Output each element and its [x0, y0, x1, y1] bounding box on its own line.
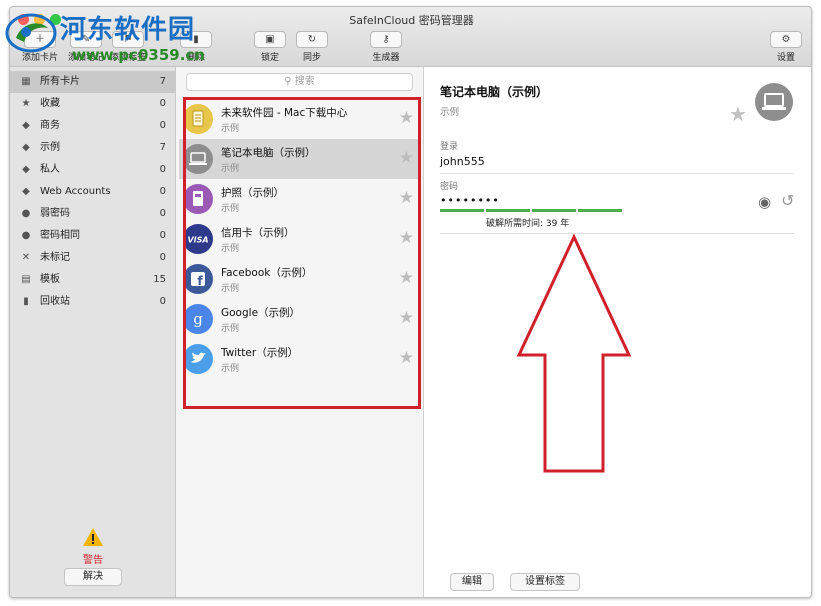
sidebar-item-weak-passwords[interactable]: ● 弱密码 0 — [10, 203, 176, 225]
app-window: SafeInCloud 密码管理器 ＋ 添加卡片 ✎ 添加笔记 ⚑ 添加标签 ▮… — [9, 6, 812, 598]
grid-icon: ▦ — [21, 76, 31, 87]
warning-icon — [83, 528, 103, 546]
resolve-button[interactable]: 解决 — [64, 568, 122, 586]
login-label: 登录 — [440, 142, 459, 152]
generator-button[interactable]: ⚷ 生成器 — [364, 31, 408, 65]
star-icon[interactable]: ★ — [399, 229, 414, 247]
passport-icon — [183, 184, 213, 214]
watermark: 河东软件园 www.pc0359.cn — [0, 0, 210, 70]
search-input[interactable]: ⚲ 搜索 — [186, 73, 413, 91]
watermark-site-name: 河东软件园 — [60, 15, 196, 45]
password-value[interactable]: •••••••• — [440, 194, 500, 207]
divider — [440, 173, 794, 174]
list-item[interactable]: 未来软件园 - Mac下载中心 示例 ★ — [179, 99, 418, 139]
strength-segment — [486, 209, 530, 212]
sidebar-item-favorites[interactable]: ★ 收藏 0 — [10, 93, 176, 115]
star-icon[interactable]: ★ — [399, 109, 414, 127]
list-item[interactable]: g Google（示例） 示例 ★ — [179, 299, 418, 339]
facebook-icon: f — [183, 264, 213, 294]
visa-icon: VISA — [183, 224, 213, 254]
watermark-logo-icon — [5, 13, 57, 53]
list-item[interactable]: 护照（示例） 示例 ★ — [179, 179, 418, 219]
sidebar-item-all-cards[interactable]: ▦ 所有卡片 7 — [10, 71, 176, 93]
sidebar-item-untagged[interactable]: ✕ 未标记 0 — [10, 247, 176, 269]
lock-button[interactable]: ▣ 锁定 — [248, 31, 292, 65]
edit-button[interactable]: 编辑 — [450, 573, 494, 591]
favorite-star-icon[interactable]: ★ — [729, 102, 747, 126]
untagged-icon: ✕ — [21, 252, 31, 263]
history-icon[interactable]: ↺ — [781, 191, 794, 210]
tag-icon: ◆ — [22, 164, 30, 175]
sidebar-item-templates[interactable]: ▤ 模板 15 — [10, 269, 176, 291]
laptop-icon — [755, 83, 793, 121]
card-title: 笔记本电脑（示例） — [440, 85, 549, 99]
tag-icon: ◆ — [22, 186, 30, 197]
strength-segment — [532, 209, 576, 212]
login-value[interactable]: john555 — [440, 155, 485, 168]
document-icon — [183, 104, 213, 134]
search-icon: ⚲ — [284, 76, 292, 87]
key-icon: ⚷ — [370, 31, 402, 48]
watermark-url: www.pc0359.cn — [72, 46, 205, 64]
sync-button[interactable]: ↻ 同步 — [290, 31, 334, 65]
gear-icon: ⚙ — [770, 31, 802, 48]
alert-icon: ● — [21, 208, 31, 219]
card-subtitle: 示例 — [440, 107, 460, 118]
card-list: ⚲ 搜索 未来软件园 - Mac下载中心 示例 ★ 笔记本电脑（示例） 示例 ★… — [176, 67, 424, 597]
svg-text:f: f — [197, 274, 203, 288]
star-icon[interactable]: ★ — [399, 149, 414, 167]
star-icon[interactable]: ★ — [399, 349, 414, 367]
laptop-icon — [183, 144, 213, 174]
sidebar-item-web-accounts[interactable]: ◆ Web Accounts 0 — [10, 181, 176, 203]
eye-icon[interactable]: ◉ — [758, 193, 771, 211]
tag-icon: ◆ — [22, 142, 30, 153]
twitter-icon — [183, 344, 213, 374]
star-icon[interactable]: ★ — [399, 309, 414, 327]
svg-text:g: g — [193, 310, 203, 328]
star-icon[interactable]: ★ — [399, 189, 414, 207]
list-item[interactable]: 笔记本电脑（示例） 示例 ★ — [179, 139, 418, 179]
settings-button[interactable]: ⚙ 设置 — [764, 31, 808, 65]
star-icon[interactable]: ★ — [399, 269, 414, 287]
sidebar-item-private[interactable]: ◆ 私人 0 — [10, 159, 176, 181]
lock-icon: ▣ — [254, 31, 286, 48]
svg-text:VISA: VISA — [187, 236, 208, 245]
strength-segment — [440, 209, 484, 212]
warning-panel: 警告 — [10, 527, 176, 566]
sidebar-item-sample[interactable]: ◆ 示例 7 — [10, 137, 176, 159]
sidebar-item-trash[interactable]: ▮ 回收站 0 — [10, 291, 176, 313]
sidebar: ▦ 所有卡片 7 ★ 收藏 0 ◆ 商务 0 ◆ 示例 7 ◆ 私人 0 ◆ W… — [10, 67, 176, 597]
list-item[interactable]: f Facebook（示例） 示例 ★ — [179, 259, 418, 299]
set-labels-button[interactable]: 设置标签 — [510, 573, 580, 591]
warning-label: 警告 — [83, 555, 103, 566]
tag-icon: ◆ — [22, 120, 30, 131]
google-icon: g — [183, 304, 213, 334]
sync-icon: ↻ — [296, 31, 328, 48]
red-arrow-annotation — [516, 233, 632, 473]
list-item[interactable]: VISA 信用卡（示例） 示例 ★ — [179, 219, 418, 259]
password-label: 密码 — [440, 182, 459, 192]
strength-segment — [578, 209, 622, 212]
star-icon: ★ — [21, 98, 31, 109]
search-placeholder: 搜索 — [294, 76, 315, 87]
sidebar-item-business[interactable]: ◆ 商务 0 — [10, 115, 176, 137]
trash-icon: ▮ — [23, 296, 29, 307]
list-item[interactable]: Twitter（示例） 示例 ★ — [179, 339, 418, 379]
template-icon: ▤ — [21, 274, 31, 285]
crack-time: 破解所需时间: 39 年 — [486, 219, 570, 229]
sidebar-item-duplicate-passwords[interactable]: ● 密码相同 0 — [10, 225, 176, 247]
alert-icon: ● — [21, 230, 31, 241]
